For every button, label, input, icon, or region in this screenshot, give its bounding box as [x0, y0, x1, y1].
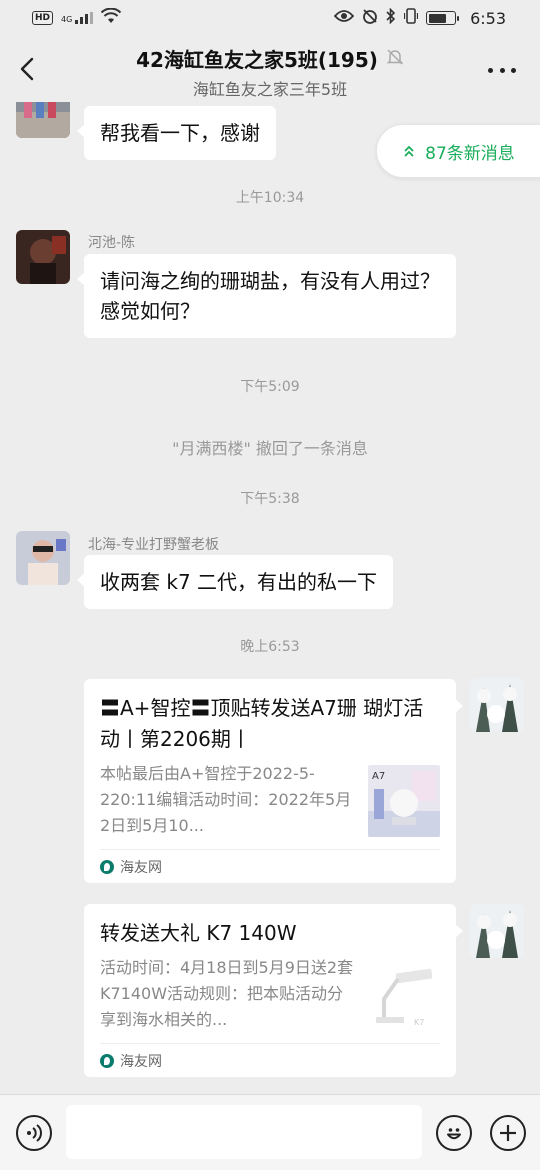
link-card[interactable]: 〓A+智控〓顶贴转发送A7珊 瑚灯活动丨第2206期丨 本帖最后由A+智控于20…	[84, 679, 463, 883]
avatar[interactable]	[16, 102, 70, 138]
timestamp: 上午10:34	[235, 190, 305, 206]
thumb-text: A7	[372, 771, 385, 782]
card-source-label: 海友网	[120, 1053, 162, 1070]
card-thumbnail: K7	[368, 959, 440, 1031]
card-thumbnail: A7	[368, 765, 440, 837]
dot	[511, 67, 516, 73]
chevron-left-icon	[20, 57, 34, 81]
page-title: 42海缸鱼友之家5班(195)	[136, 48, 378, 72]
link-card[interactable]: 转发送大礼 K7 140W 活动时间：4月18日到5月9日送2套K7140W活动…	[84, 904, 463, 1077]
avatar[interactable]	[16, 531, 70, 585]
card-title: 〓A+智控〓顶贴转发送A7珊 瑚灯活动丨第2206期丨	[100, 696, 424, 751]
hd-badge: HD	[32, 11, 54, 25]
signal-icon: 4G	[61, 12, 94, 24]
double-chevron-up-icon	[404, 145, 414, 157]
voice-icon	[27, 1124, 42, 1142]
vibrate-icon	[403, 8, 419, 28]
clock: 6:53	[470, 8, 506, 28]
title-area[interactable]: 42海缸鱼友之家5班(195) 海缸鱼友之家三年5班	[80, 44, 460, 100]
message-text: 请问海之绚的珊瑚盐，有没有人用过？感觉如何？	[100, 269, 440, 323]
more-options-button[interactable]	[488, 60, 516, 80]
back-button[interactable]	[14, 54, 40, 84]
message-text: 帮我看一下，感谢	[100, 121, 260, 145]
chat-header: 42海缸鱼友之家5班(195) 海缸鱼友之家三年5班	[0, 36, 540, 102]
battery-fill	[428, 13, 447, 23]
haiyou-logo-icon	[100, 859, 114, 874]
message-bubble[interactable]: 请问海之绚的珊瑚盐，有没有人用过？感觉如何？	[77, 254, 456, 338]
smiley-icon	[447, 1128, 461, 1140]
message-input[interactable]	[66, 1105, 422, 1159]
more-actions-button[interactable]	[490, 1115, 526, 1151]
timestamp: 晚上6:53	[240, 639, 300, 655]
mute-bell-icon	[386, 48, 404, 70]
status-bar: HD 4G 6:53	[0, 0, 540, 36]
my-avatar[interactable]	[470, 678, 524, 732]
timestamp: 下午5:09	[240, 379, 300, 395]
eye-icon	[333, 9, 355, 27]
avatar[interactable]	[16, 230, 70, 284]
svg-text:K7: K7	[414, 1018, 424, 1027]
recall-notice: "月满西楼" 撤回了一条消息	[172, 439, 368, 458]
dot	[488, 67, 493, 73]
card-source: 海友网	[100, 849, 440, 883]
new-messages-button[interactable]: 87条新消息	[376, 124, 540, 178]
card-title: 转发送大礼 K7 140W	[100, 921, 297, 945]
message-bubble[interactable]: 帮我看一下，感谢	[77, 106, 276, 160]
haiyou-logo-icon	[100, 1053, 114, 1068]
card-source-label: 海友网	[120, 859, 162, 876]
emoji-button[interactable]	[436, 1115, 472, 1151]
bluetooth-icon	[386, 7, 396, 28]
sender-name: 河池-陈	[88, 235, 136, 251]
message-text: 收两套 k7 二代，有出的私一下	[100, 570, 378, 594]
message-list[interactable]: 帮我看一下，感谢 87条新消息 上午10:34 河池-陈 请问海之绚的珊瑚盐，有…	[0, 102, 540, 1094]
card-source: 海友网	[100, 1043, 440, 1077]
voice-button[interactable]	[16, 1115, 52, 1151]
input-bar	[0, 1094, 540, 1170]
wifi-icon	[101, 7, 122, 28]
card-description: 活动时间：4月18日到5月9日送2套K7140W活动规则：把本贴活动分享到海水相…	[100, 958, 354, 1029]
battery-icon	[426, 11, 460, 25]
card-description: 本帖最后由A+智控于2022-5-220:11编辑活动时间：2022年5月2日到…	[100, 764, 352, 835]
new-messages-label: 87条新消息	[425, 143, 515, 164]
plus-icon	[500, 1125, 516, 1141]
timestamp: 下午5:38	[240, 491, 300, 507]
dot	[499, 67, 505, 73]
alarm-mute-icon	[362, 8, 378, 28]
network-label: 4G	[61, 15, 73, 24]
my-avatar[interactable]	[470, 904, 524, 958]
message-bubble[interactable]: 收两套 k7 二代，有出的私一下	[76, 555, 394, 609]
sender-name: 北海-专业打野蟹老板	[88, 537, 220, 553]
page-subtitle: 海缸鱼友之家三年5班	[192, 80, 348, 99]
